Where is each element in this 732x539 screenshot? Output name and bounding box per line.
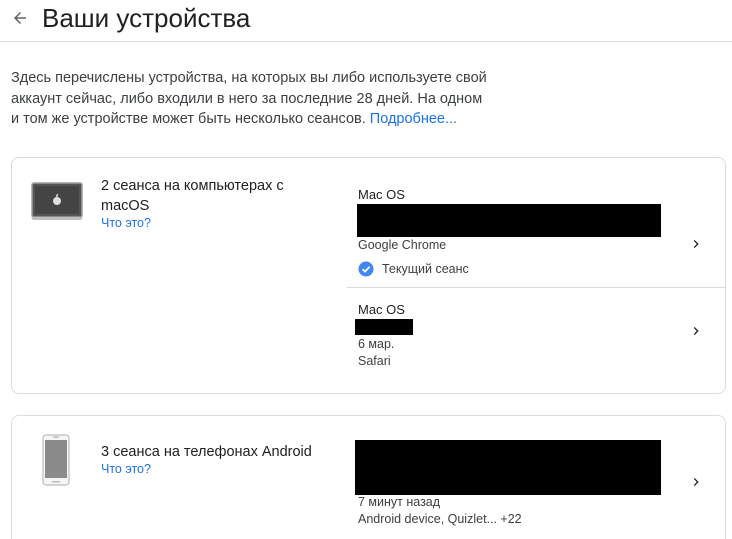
current-session-indicator: Текущий сеанс (358, 261, 469, 277)
session-row-mac-safari[interactable]: Mac OS 6 мар. Safari (347, 288, 726, 388)
session-browser: Safari (358, 354, 391, 368)
session-row-android[interactable]: 7 минут назад Android device, Quizlet...… (347, 416, 726, 539)
page-header: Ваши устройства (0, 0, 732, 42)
learn-more-link[interactable]: Подробнее... (370, 111, 457, 127)
intro-text: Здесь перечислены устройства, на которых… (11, 68, 491, 130)
device-group-android: 3 сеанса на телефонах Android Что это? 7… (11, 415, 726, 539)
redacted-block (357, 204, 661, 237)
chevron-right-icon[interactable] (688, 474, 704, 490)
redacted-block (355, 440, 661, 495)
laptop-icon (31, 182, 83, 227)
page-title: Ваши устройства (42, 3, 251, 33)
group-title-macos: 2 сеанса на компьютерах с macOS (101, 178, 284, 214)
current-session-label: Текущий сеанс (382, 262, 469, 276)
redacted-block (355, 319, 413, 335)
phone-icon (42, 434, 70, 491)
session-browser: Google Chrome (358, 238, 447, 252)
session-row-mac-chrome[interactable]: Mac OS Google Chrome Текущий сеанс (347, 176, 726, 284)
arrow-back-icon (14, 12, 26, 24)
what-is-this-link-android[interactable]: Что это? (101, 462, 151, 476)
session-apps: Android device, Quizlet... +22 (358, 512, 522, 526)
session-time: 7 минут назад (358, 495, 441, 509)
group-title-android: 3 сеанса на телефонах Android (101, 444, 312, 460)
session-os: Mac OS (358, 187, 405, 202)
check-circle-icon (358, 261, 374, 277)
device-group-macos: 2 сеанса на компьютерах с macOS Что это?… (11, 157, 726, 394)
session-os: Mac OS (358, 302, 405, 317)
chevron-right-icon[interactable] (688, 323, 704, 339)
back-button[interactable] (8, 4, 32, 32)
chevron-right-icon[interactable] (688, 236, 704, 252)
what-is-this-link-macos[interactable]: Что это? (101, 216, 151, 230)
session-date: 6 мар. (358, 337, 395, 351)
